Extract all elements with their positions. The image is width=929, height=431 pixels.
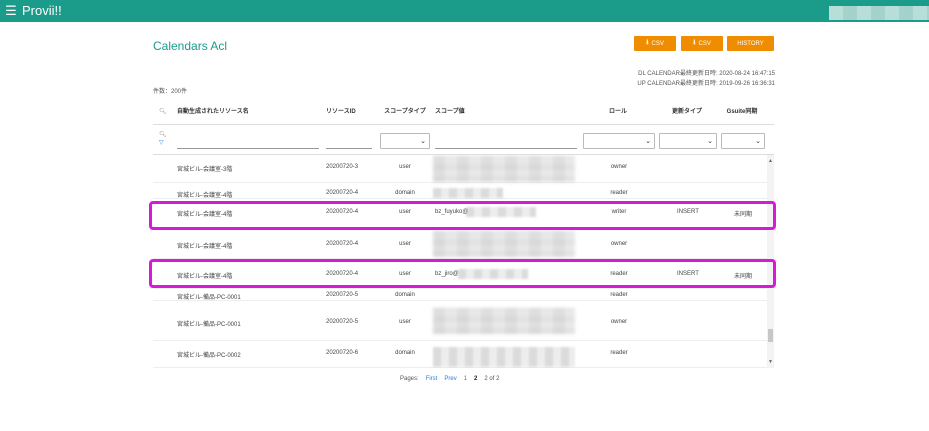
scope-value-filter[interactable] [435,137,577,149]
col-role[interactable]: ロール [583,99,653,125]
chevron-down-icon: ⌄ [707,138,713,145]
cell-resource-name: 宮城ビル-備品-PC-0001 [177,322,241,328]
cell-resource-id: 20200720-6 [326,350,359,356]
page-title: Calendars Acl [153,39,228,53]
update-type-filter[interactable]: ⌄ [659,133,717,149]
cell-resource-id: 20200720-4 [326,241,359,247]
cell-resource-name: 宮城ビル-会議室-4階 [177,244,233,250]
cell-resource-id: 20200720-5 [326,319,359,325]
col-resource-id[interactable]: リソースID [326,99,356,125]
chevron-down-icon: ⌄ [645,138,651,145]
highlight-box-row-jiro [149,259,776,288]
chevron-down-icon: ⌄ [755,138,761,145]
scroll-down-icon[interactable]: ▼ [768,359,773,365]
cell-scope-type: domain [395,350,415,356]
cell-resource-id: 20200720-5 [326,292,359,298]
filter-icon[interactable]: ▽ [159,139,169,147]
redacted-scope-value [433,347,575,367]
scope-type-filter[interactable]: ⌄ [380,133,430,149]
cell-role: reader [610,350,628,356]
role-filter[interactable]: ⌄ [583,133,655,149]
scroll-up-icon[interactable]: ▲ [768,158,773,164]
record-count: 件数：200件 [153,89,188,95]
cell-resource-name: 宮城ビル-備品-PC-0001 [177,295,241,301]
pager-page-1[interactable]: 1 [464,376,467,382]
cell-role: owner [610,319,628,325]
filter-row: 🔍︎ ▽ ⌄ ⌄ ⌄ ⌄ [153,125,774,155]
pager-first-link[interactable]: First [426,376,438,382]
cell-resource-name: 宮城ビル-会議室-3階 [177,167,233,173]
redacted-scope-value [433,156,575,182]
table-header: 🔍︎ 自動生成されたリソース名 リソースID スコープタイプ スコープ値 ロール… [153,99,774,125]
csv-download-button[interactable]: ⭳ CSV [634,36,676,51]
app-title[interactable]: Provii!! [22,0,62,22]
cell-role: owner [610,241,628,247]
cell-scope-type: user [399,319,411,325]
col-scope-value[interactable]: スコープ値 [435,99,465,125]
cell-role: reader [610,292,628,298]
col-update-type[interactable]: 更新タイプ [659,99,715,125]
hamburger-menu-icon[interactable]: ☰ [0,0,22,22]
acl-table: 🔍︎ 自動生成されたリソース名 リソースID スコープタイプ スコープ値 ロール… [153,99,774,368]
download-icon: ⭳ [693,39,696,46]
col-scope-type[interactable]: スコープタイプ [380,99,430,125]
cell-resource-name: 宮城ビル-備品-PC-0002 [177,353,241,359]
pager-current-page: 2 [474,376,478,382]
chevron-down-icon: ⌄ [420,138,426,145]
pagination: Pages: First Prev 1 2 2 of 2 [400,376,499,382]
table-row[interactable]: 宮城ビル-備品-PC-0002 20200720-6 domain reader [153,341,767,368]
highlight-box-row-fuyuko [149,201,776,230]
col-gsuite-sync[interactable]: Gsuite同期 [719,99,765,125]
history-button[interactable]: HISTORY [727,36,774,51]
cell-scope-type: user [399,164,411,170]
cell-resource-id: 20200720-4 [326,190,359,196]
search-icon[interactable]: 🔍︎ [159,131,169,139]
resource-id-filter[interactable] [326,137,372,149]
table-row[interactable]: 宮城ビル-備品-PC-0001 20200720-5 user owner [153,301,767,341]
gsuite-sync-filter[interactable]: ⌄ [721,133,765,149]
redacted-scope-value [433,188,503,198]
app-header: ☰ Provii!! [0,0,929,22]
up-calendar-updated: UP CALENDAR最終更新日時: 2019-09-26 16:36:31 [637,81,775,87]
cell-resource-name: 宮城ビル-会議室-4階 [177,193,233,199]
search-icon[interactable]: 🔍︎ [159,99,167,125]
cell-role: owner [610,164,628,170]
csv-upload-button[interactable]: ⭳ CSV [681,36,723,51]
cell-role: reader [610,190,628,196]
table-row[interactable]: 宮城ビル-会議室-3階 20200720-3 user owner [153,155,767,183]
filter-icons: 🔍︎ ▽ [159,131,169,147]
col-resource-name[interactable]: 自動生成されたリソース名 [177,99,249,125]
pages-label: Pages: [400,376,419,382]
table-row[interactable]: 宮城ビル-会議室-4階 20200720-4 domain reader [153,183,767,199]
redacted-user-info [829,6,929,20]
cell-resource-id: 20200720-3 [326,164,359,170]
cell-scope-type: domain [395,292,415,298]
redacted-scope-value [433,308,575,334]
table-row[interactable]: 宮城ビル-備品-PC-0001 20200720-5 domain reader [153,289,767,301]
cell-scope-type: user [399,241,411,247]
pager-summary: 2 of 2 [484,376,500,382]
pager-prev-link[interactable]: Prev [444,376,456,382]
scroll-thumb[interactable] [768,329,773,342]
table-row[interactable]: 宮城ビル-会議室-4階 20200720-4 user owner [153,229,767,259]
cell-scope-type: domain [395,190,415,196]
redacted-scope-value [433,231,575,257]
resource-name-filter[interactable] [177,137,319,149]
download-icon: ⭳ [646,39,649,46]
dl-calendar-updated: DL CALENDAR最終更新日時: 2020-08-24 16:47:15 [638,71,775,77]
